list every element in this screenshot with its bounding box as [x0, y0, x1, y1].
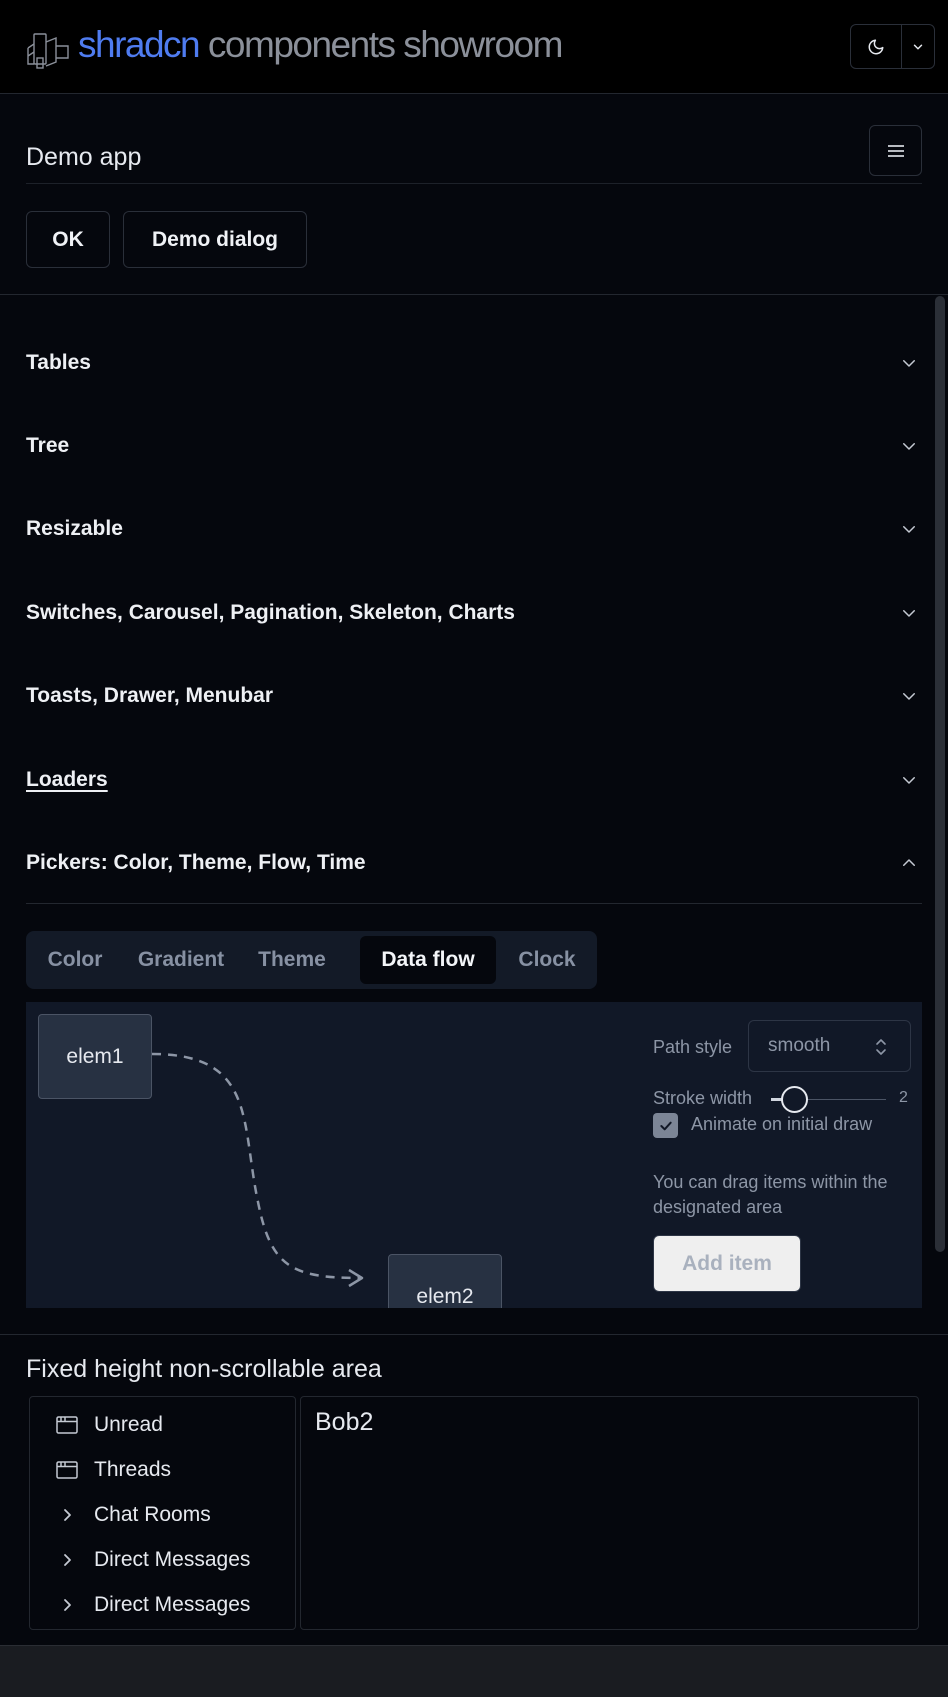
accordion-label: Pickers: Color, Theme, Flow, Time	[26, 850, 366, 874]
tab-data-flow[interactable]: Data flow	[360, 936, 496, 984]
chevron-down-icon	[913, 44, 923, 49]
add-item-button[interactable]: Add item	[653, 1235, 801, 1292]
accordion-label: Resizable	[26, 516, 123, 540]
chevron-right-icon	[56, 1504, 78, 1526]
accordion-label: Loaders	[26, 767, 108, 791]
accordion-pickers[interactable]: Pickers: Color, Theme, Flow, Time	[26, 821, 922, 904]
fixed-area-title: Fixed height non-scrollable area	[26, 1355, 382, 1383]
nav-item-label: Direct Messages	[94, 1593, 251, 1616]
theme-switcher	[850, 24, 935, 69]
brand-name: shradcn	[78, 24, 201, 65]
data-flow-panel: elem1 elem2 Path style smooth Stroke wid…	[26, 1002, 922, 1308]
chevron-right-icon	[56, 1594, 78, 1616]
flow-node-elem2[interactable]: elem2	[388, 1254, 502, 1308]
path-style-value: smooth	[768, 1035, 831, 1056]
ok-button[interactable]: OK	[26, 211, 110, 268]
inbox-icon	[56, 1414, 78, 1436]
nav-item-chat-rooms[interactable]: Chat Rooms	[30, 1495, 295, 1535]
demo-dialog-button[interactable]: Demo dialog	[123, 211, 307, 268]
hamburger-icon	[887, 144, 904, 157]
brand-title[interactable]: shradcn components showroom	[78, 24, 564, 66]
tab-theme[interactable]: Theme	[243, 936, 341, 984]
bottom-bar	[0, 1645, 948, 1697]
accordion-tree[interactable]: Tree	[26, 404, 922, 487]
accordion-tables[interactable]: Tables	[26, 321, 922, 404]
nav-item-unread[interactable]: Unread	[30, 1405, 295, 1445]
check-icon	[659, 1121, 672, 1130]
tab-color[interactable]: Color	[31, 936, 119, 984]
brand-subtitle: components showroom	[199, 24, 564, 65]
menu-button[interactable]	[869, 125, 922, 176]
accordion-resizable[interactable]: Resizable	[26, 487, 922, 570]
theme-toggle-button[interactable]	[851, 25, 902, 68]
nav-item-label: Chat Rooms	[94, 1503, 211, 1526]
top-header: shradcn components showroom	[0, 0, 948, 94]
animate-checkbox[interactable]	[653, 1113, 678, 1138]
stroke-width-slider-thumb[interactable]	[781, 1086, 808, 1113]
scrollbar-thumb[interactable]	[935, 296, 945, 1252]
path-style-select[interactable]: smooth	[748, 1020, 911, 1072]
stroke-width-value: 2	[899, 1089, 908, 1106]
nav-item-label: Direct Messages	[94, 1548, 251, 1571]
path-style-label: Path style	[653, 1037, 733, 1057]
accordion-label: Tables	[26, 350, 91, 374]
chevron-down-icon	[903, 776, 915, 784]
tab-clock[interactable]: Clock	[501, 936, 593, 984]
accordion-switches[interactable]: Switches, Carousel, Pagination, Skeleton…	[26, 571, 922, 654]
tab-gradient[interactable]: Gradient	[124, 936, 238, 984]
accordion-label: Toasts, Drawer, Menubar	[26, 683, 274, 707]
divider	[26, 183, 922, 184]
nav-item-label: Threads	[94, 1458, 172, 1481]
accordion-toasts[interactable]: Toasts, Drawer, Menubar	[26, 654, 922, 737]
stroke-width-label: Stroke width	[653, 1088, 753, 1108]
accordion-label: Tree	[26, 433, 70, 457]
picker-tabs: Color Gradient Theme Data flow Clock	[26, 931, 597, 989]
fixed-area: Fixed height non-scrollable area Unread …	[0, 1334, 948, 1645]
scroll-area[interactable]: Tables Tree Resizable Switches, Carousel…	[0, 296, 948, 1334]
content-pane: Bob2	[300, 1396, 919, 1630]
chevron-right-icon	[56, 1549, 78, 1571]
divider	[26, 903, 922, 904]
chevron-down-icon	[903, 525, 915, 533]
chevron-down-icon	[903, 692, 915, 700]
chevron-down-icon	[903, 442, 915, 450]
nav-item-threads[interactable]: Threads	[30, 1450, 295, 1490]
nav-item-direct-messages[interactable]: Direct Messages	[30, 1540, 295, 1580]
chevron-down-icon	[903, 359, 915, 367]
chevron-down-icon	[903, 609, 915, 617]
nav-item-direct-messages[interactable]: Direct Messages	[30, 1585, 295, 1625]
app-title: Demo app	[26, 143, 142, 171]
flow-node-elem1[interactable]: elem1	[38, 1014, 152, 1099]
drag-hint: You can drag items within the designated…	[653, 1172, 888, 1217]
theme-menu-button[interactable]	[902, 25, 934, 68]
accordion-label: Switches, Carousel, Pagination, Skeleton…	[26, 600, 515, 624]
moon-icon	[868, 39, 884, 54]
inbox-icon	[56, 1459, 78, 1481]
accordion-loaders[interactable]: Loaders	[26, 738, 922, 821]
demo-app-section: Demo app OK Demo dialog	[0, 95, 948, 295]
chevron-up-icon	[903, 858, 915, 866]
nav-pane: Unread Threads Chat Rooms Direct Message…	[29, 1396, 296, 1630]
logo-icon	[27, 33, 69, 69]
nav-item-label: Unread	[94, 1413, 163, 1436]
content-text: Bob2	[315, 1408, 374, 1436]
chevron-up-down-icon	[876, 1039, 886, 1055]
animate-label: Animate on initial draw	[691, 1114, 873, 1134]
